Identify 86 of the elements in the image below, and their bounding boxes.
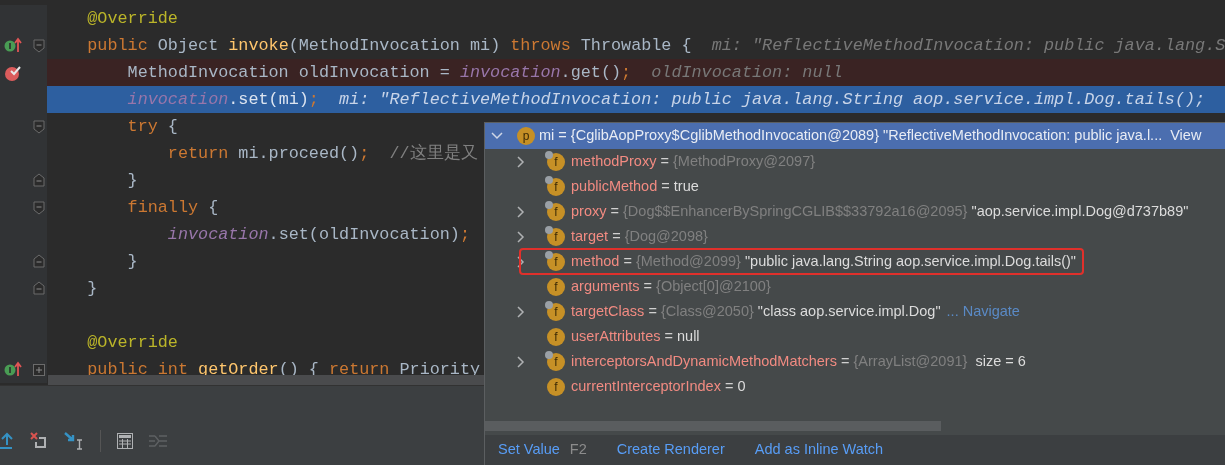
variable-entry[interactable]: currentInterceptorIndex = 0 [571,375,746,398]
variable-entry: mi = {CglibAopProxy$CglibMethodInvocation@2089} "ReflectiveMethodInvocation: public java.l... [539,126,1163,146]
clear-breakpoint-icon[interactable] [30,432,48,450]
variable-entry[interactable]: proxy = {Dog$$EnhancerBySpringCGLIB$$33792a16@2095} "aop.service.impl.Dog@d737b89" [571,200,1189,223]
expand-chevron-icon[interactable] [517,355,525,368]
action-link[interactable]: Create Renderer [616,439,725,461]
view-link[interactable]: View [1170,125,1202,147]
inline-value-hint: mi: "ReflectiveMethodInvocation: public java.lang.String aop.service.impl.Dog.tails(); [339,88,1206,111]
code-text: try [126,115,159,138]
code-text: getOrder [198,358,279,381]
code-text: { [167,115,178,138]
code-text: ; [621,61,633,84]
field-badge: f [547,227,565,246]
code-text: return [166,142,230,165]
parameter-badge: p [517,127,535,145]
expand-chevron-icon[interactable] [517,255,525,268]
variable-entry[interactable]: method = {Method@2099} "public java.lang.String aop.service.impl.Dog.tails()" [571,250,1077,273]
expand-chevron-icon[interactable] [517,305,525,318]
collapse-chevron-icon[interactable] [491,132,503,140]
field-badge: f [547,327,565,346]
expand-marker-icon[interactable] [33,364,45,376]
variable-entry[interactable]: arguments = {Object[0]@2100} [571,275,775,298]
code-text: @Override [86,7,178,30]
code-text: .set(oldInvocation) [268,223,460,246]
fold-marker-icon[interactable] [33,120,45,134]
code-text: } [126,250,138,273]
variable-entry[interactable]: interceptorsAndDynamicMethodMatchers = {ArrayList@2091} size = 6 [571,350,1026,373]
code-text: mi.proceed() [238,142,360,165]
code-text: invocation [126,88,229,111]
popup-tree-row[interactable]: p mi = {CglibAopProxy$CglibMethodInvocation@2089} "ReflectiveMethodInvocation: public java.l... View [485,123,1225,149]
action-link[interactable]: Add as Inline Watch [754,439,884,461]
expand-chevron-icon[interactable] [517,230,525,243]
code-text: invocation [459,61,561,84]
code-text: @Override [86,331,178,354]
code-text: invoke [228,34,289,57]
inline-value-hint: mi: "ReflectiveMethodInvocation: public java.lang.S [711,34,1225,57]
fold-marker-icon[interactable] [33,201,45,215]
code-text: .get() [560,61,622,84]
variable-entry[interactable]: userAttributes = null [571,325,700,348]
field-badge: f [547,352,565,371]
expand-chevron-icon[interactable] [517,205,525,218]
popup-scrollbar[interactable] [485,421,941,431]
step-cursor-icon[interactable] [64,432,84,450]
code-text: throws [510,34,572,57]
action-link[interactable]: Set Value [498,439,560,461]
fold-marker-icon[interactable] [33,281,45,295]
variable-entry[interactable]: targetClass = {Class@2050} "class aop.service.impl.Dog" [571,300,941,323]
breakpoint-icon[interactable] [3,64,23,82]
code-text: public [86,34,149,57]
code-text: //这里是又 [389,142,478,165]
fold-marker-icon[interactable] [33,39,45,53]
code-text: Object [157,34,220,57]
upload-arrow-icon[interactable] [0,432,14,450]
code-text: Throwable { [580,34,693,57]
code-text: (MethodInvocation mi) [288,34,502,57]
shortcut-text: F2 [569,440,587,460]
field-badge: f [547,152,565,171]
fold-marker-icon[interactable] [33,173,45,187]
code-text: Priority [399,358,481,381]
override-marker-icon[interactable] [4,361,22,377]
code-text: } [86,277,98,300]
expand-chevron-icon[interactable] [517,155,525,168]
field-badge: f [547,252,565,271]
code-text: return [329,358,391,381]
code-text: { [208,196,219,219]
inline-value-hint: oldInvocation: null [651,61,843,84]
field-badge: f [547,277,565,296]
variable-entry[interactable]: target = {Dog@2098} [571,225,712,248]
field-badge: f [547,177,565,196]
field-badge: f [547,202,565,221]
code-text: } [126,169,138,192]
code-text: public int [86,358,189,381]
code-text: .set(mi) [228,88,309,111]
field-badge: f [547,302,565,321]
override-marker-icon[interactable] [4,37,22,53]
code-text: ; [459,223,470,246]
code-text: invocation [166,223,269,246]
variable-entry[interactable]: publicMethod = true [571,175,699,198]
field-badge: f [547,377,565,396]
code-text: MethodInvocation oldInvocation = [126,61,451,84]
code-text: ; [308,88,320,111]
code-text: finally [126,196,200,219]
fold-marker-icon[interactable] [33,254,45,268]
variable-entry[interactable]: methodProxy = {MethodProxy@2097} [571,150,820,173]
calculator-icon[interactable] [117,433,133,449]
code-text: ; [359,142,371,165]
